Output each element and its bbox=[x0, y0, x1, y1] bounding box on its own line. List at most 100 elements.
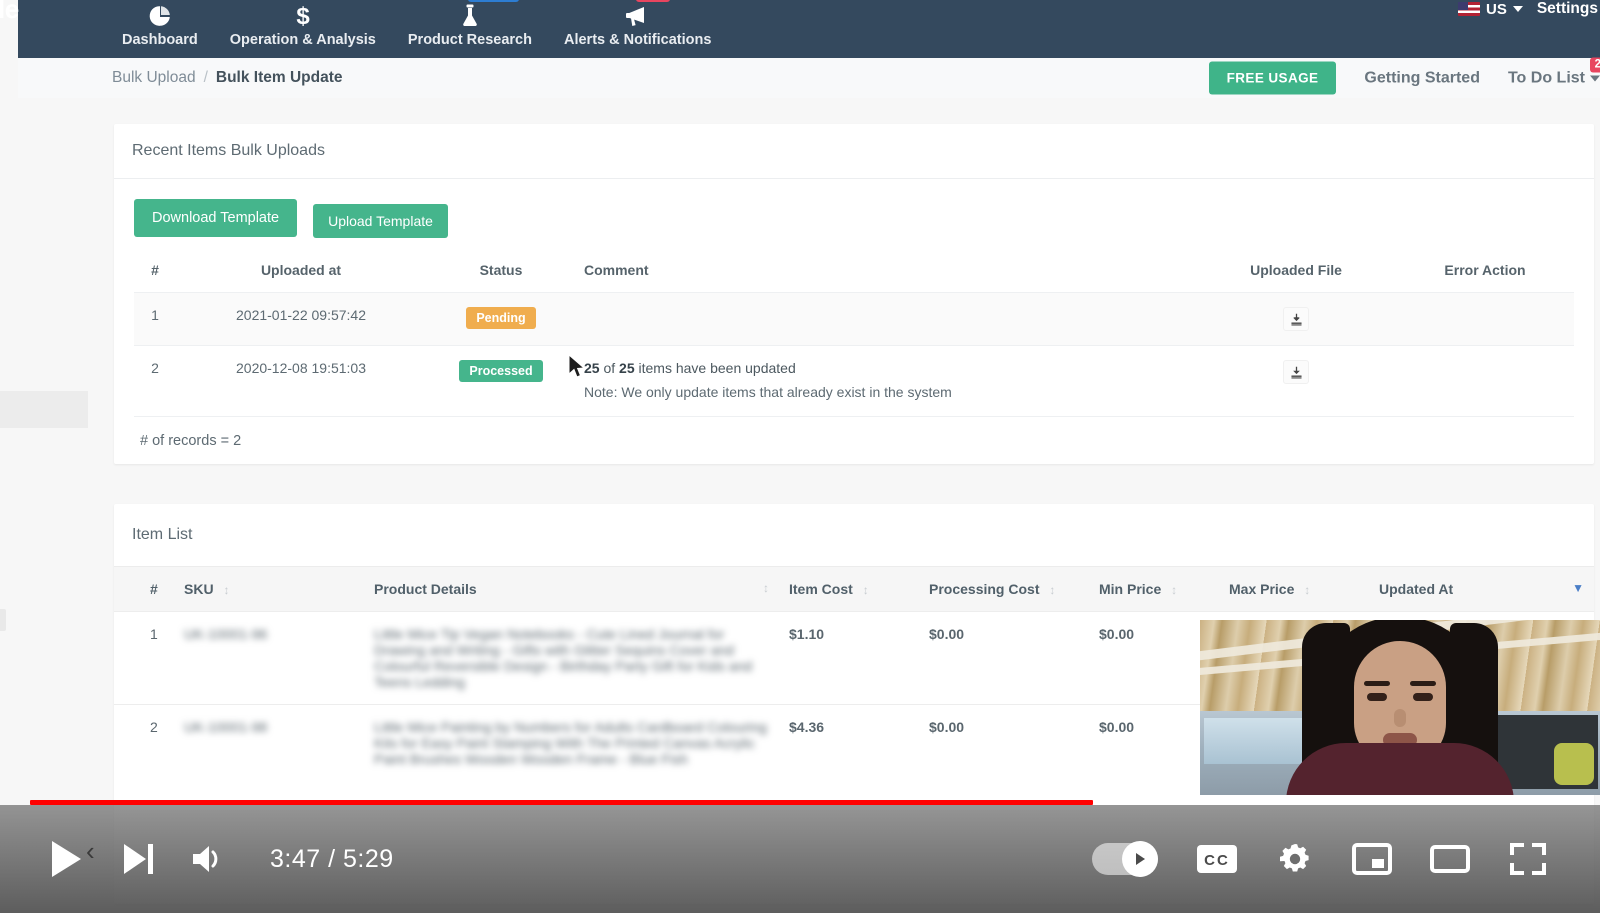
sort-desc-icon[interactable]: ▼ bbox=[1572, 581, 1584, 595]
cell-uploaded-file bbox=[1196, 346, 1396, 415]
sidebar-item-7[interactable]: y File bbox=[0, 639, 88, 676]
col-sku[interactable]: SKU ↕ bbox=[174, 567, 364, 612]
settings-gear-button[interactable] bbox=[1276, 840, 1314, 878]
miniplayer-button[interactable] bbox=[1352, 843, 1392, 875]
col-max-price[interactable]: Max Price ↕ bbox=[1219, 567, 1369, 612]
header-counter-right-wrap: 565 bbox=[1400, 0, 1444, 24]
sidebar-item-5[interactable]: se bbox=[0, 539, 88, 576]
webcam-person bbox=[1280, 620, 1520, 795]
sidebar-item-bulk-item-update[interactable]: ate bbox=[0, 391, 88, 428]
breadcrumb-parent[interactable]: Bulk Upload bbox=[112, 69, 196, 87]
play-button[interactable] bbox=[46, 838, 86, 880]
cell-uploaded-at: 2020-12-08 19:51:03 bbox=[176, 346, 426, 415]
download-icon[interactable] bbox=[1283, 307, 1309, 331]
time-display: 3:47 / 5:29 bbox=[270, 845, 394, 874]
col-uploaded-file: Uploaded File bbox=[1196, 256, 1396, 293]
sidebar-item-3[interactable]: Update bbox=[0, 465, 88, 502]
cell-product-details: Little Mice Tip Vegan Notebooks - Cute L… bbox=[364, 612, 779, 705]
us-flag-icon bbox=[1458, 2, 1480, 16]
col-item-cost[interactable]: Item Cost ↕ bbox=[779, 567, 919, 612]
comment-note: Note: We only update items that already … bbox=[584, 384, 1188, 400]
getting-started-link[interactable]: Getting Started bbox=[1364, 69, 1480, 87]
sidebar-item-2[interactable]: date bbox=[0, 428, 88, 465]
sidebar-input-field[interactable] bbox=[0, 609, 6, 631]
sort-icon[interactable]: ↕ bbox=[1049, 583, 1055, 597]
dollar-sign-icon: $ bbox=[292, 3, 314, 29]
cell-status: Processed bbox=[426, 346, 576, 415]
autoplay-toggle[interactable] bbox=[1092, 843, 1158, 875]
to-do-list-label: To Do List bbox=[1508, 69, 1585, 87]
cell-sku: UK-10001-98 bbox=[174, 705, 364, 782]
col-max-price-label: Max Price bbox=[1229, 581, 1294, 597]
template-button-row: Download Template Upload Template bbox=[134, 193, 1574, 256]
screenshot-root: le Dashboard $ bbox=[0, 0, 1600, 913]
free-usage-button[interactable]: FREE USAGE bbox=[1209, 62, 1337, 95]
captions-button[interactable]: CC bbox=[1196, 844, 1238, 874]
download-template-button[interactable]: Download Template bbox=[134, 199, 297, 237]
table-row[interactable]: 2 2020-12-08 19:51:03 Processed 25 of 25… bbox=[134, 346, 1574, 415]
nav-label: Operation & Analysis bbox=[230, 32, 376, 48]
cell-number: 1 bbox=[114, 612, 174, 705]
sidebar-item-6[interactable]: ati bbox=[0, 576, 88, 605]
sort-icon[interactable]: ↕ bbox=[1171, 583, 1177, 597]
breadcrumb-current: Bulk Item Update bbox=[216, 69, 343, 87]
person-eye-right bbox=[1413, 693, 1433, 701]
volume-button[interactable] bbox=[190, 842, 228, 876]
player-left-controls: 3:47 / 5:29 bbox=[0, 838, 394, 880]
flask-icon bbox=[459, 3, 481, 29]
col-product-details[interactable]: Product Details ↕ bbox=[364, 567, 779, 612]
theater-mode-button[interactable] bbox=[1430, 843, 1470, 875]
to-do-list-dropdown[interactable]: To Do List 2 bbox=[1508, 69, 1600, 87]
col-item-cost-label: Item Cost bbox=[789, 581, 853, 597]
app-logo[interactable]: le bbox=[0, 0, 19, 25]
sidebar-item-4[interactable]: or Update bbox=[0, 502, 88, 539]
item-list-header: # SKU ↕ Product Details ↕ Item Cost ↕ bbox=[114, 567, 1594, 612]
cell-item-cost: $4.36 bbox=[779, 705, 919, 782]
upload-template-button[interactable]: Upload Template bbox=[313, 204, 448, 238]
top-right-controls: 3,973 565 US Settings bbox=[1316, 0, 1600, 24]
locale-selector[interactable]: US bbox=[1458, 1, 1523, 18]
col-processing-cost[interactable]: Processing Cost ↕ bbox=[919, 567, 1089, 612]
col-status: Status bbox=[426, 256, 576, 293]
expand-chevron-icon[interactable]: ‹ bbox=[86, 836, 95, 867]
top-navigation-bar: le Dashboard $ bbox=[18, 0, 1600, 58]
sort-icon[interactable]: ↕ bbox=[1304, 583, 1310, 597]
player-right-controls: CC bbox=[1092, 840, 1600, 878]
col-updated-at[interactable]: Updated At ▼ bbox=[1369, 567, 1594, 612]
sort-icon[interactable]: ↕ bbox=[863, 583, 869, 597]
sort-icon[interactable]: ↕ bbox=[223, 583, 229, 597]
locale-label: US bbox=[1486, 1, 1507, 18]
col-min-price[interactable]: Min Price ↕ bbox=[1089, 567, 1219, 612]
col-number: # bbox=[114, 567, 174, 612]
fullscreen-button[interactable] bbox=[1508, 841, 1548, 877]
svg-text:$: $ bbox=[296, 3, 310, 29]
cell-number: 2 bbox=[114, 705, 174, 782]
nav-item-operation-analysis[interactable]: $ Operation & Analysis bbox=[214, 3, 392, 54]
cell-error-action bbox=[1396, 346, 1574, 415]
nav-item-product-research[interactable]: Popular Product Research bbox=[392, 3, 548, 54]
cell-status: Pending bbox=[426, 293, 576, 346]
nav-item-dashboard[interactable]: Dashboard bbox=[106, 3, 214, 54]
nav-item-alerts-notifications[interactable]: 999+ Alerts & Notifications bbox=[548, 3, 727, 54]
nav-badge-alerts: 999+ bbox=[636, 0, 671, 2]
chevron-down-icon bbox=[1513, 6, 1523, 12]
cell-processing-cost: $0.00 bbox=[919, 705, 1089, 782]
download-icon[interactable] bbox=[1283, 360, 1309, 384]
col-processing-cost-label: Processing Cost bbox=[929, 581, 1039, 597]
cell-number: 2 bbox=[134, 346, 176, 415]
sort-icon[interactable]: ↕ bbox=[763, 581, 769, 595]
col-comment: Comment bbox=[576, 256, 1196, 293]
person-brow-left bbox=[1364, 681, 1390, 686]
person-brow-right bbox=[1410, 681, 1436, 686]
recent-uploads-table: # Uploaded at Status Comment Uploaded Fi… bbox=[134, 256, 1574, 414]
settings-link[interactable]: Settings bbox=[1537, 0, 1598, 18]
records-count: # of records = 2 bbox=[134, 416, 1574, 449]
person-torso bbox=[1286, 743, 1514, 795]
nav-label: Alerts & Notifications bbox=[564, 32, 711, 48]
next-video-button[interactable] bbox=[120, 840, 156, 878]
svg-text:CC: CC bbox=[1204, 852, 1230, 869]
table-row[interactable]: 1 2021-01-22 09:57:42 Pending bbox=[134, 293, 1574, 346]
recent-uploads-title: Recent Items Bulk Uploads bbox=[114, 124, 1594, 179]
webcam-overlay bbox=[1200, 620, 1600, 795]
nav-label: Product Research bbox=[408, 32, 532, 48]
